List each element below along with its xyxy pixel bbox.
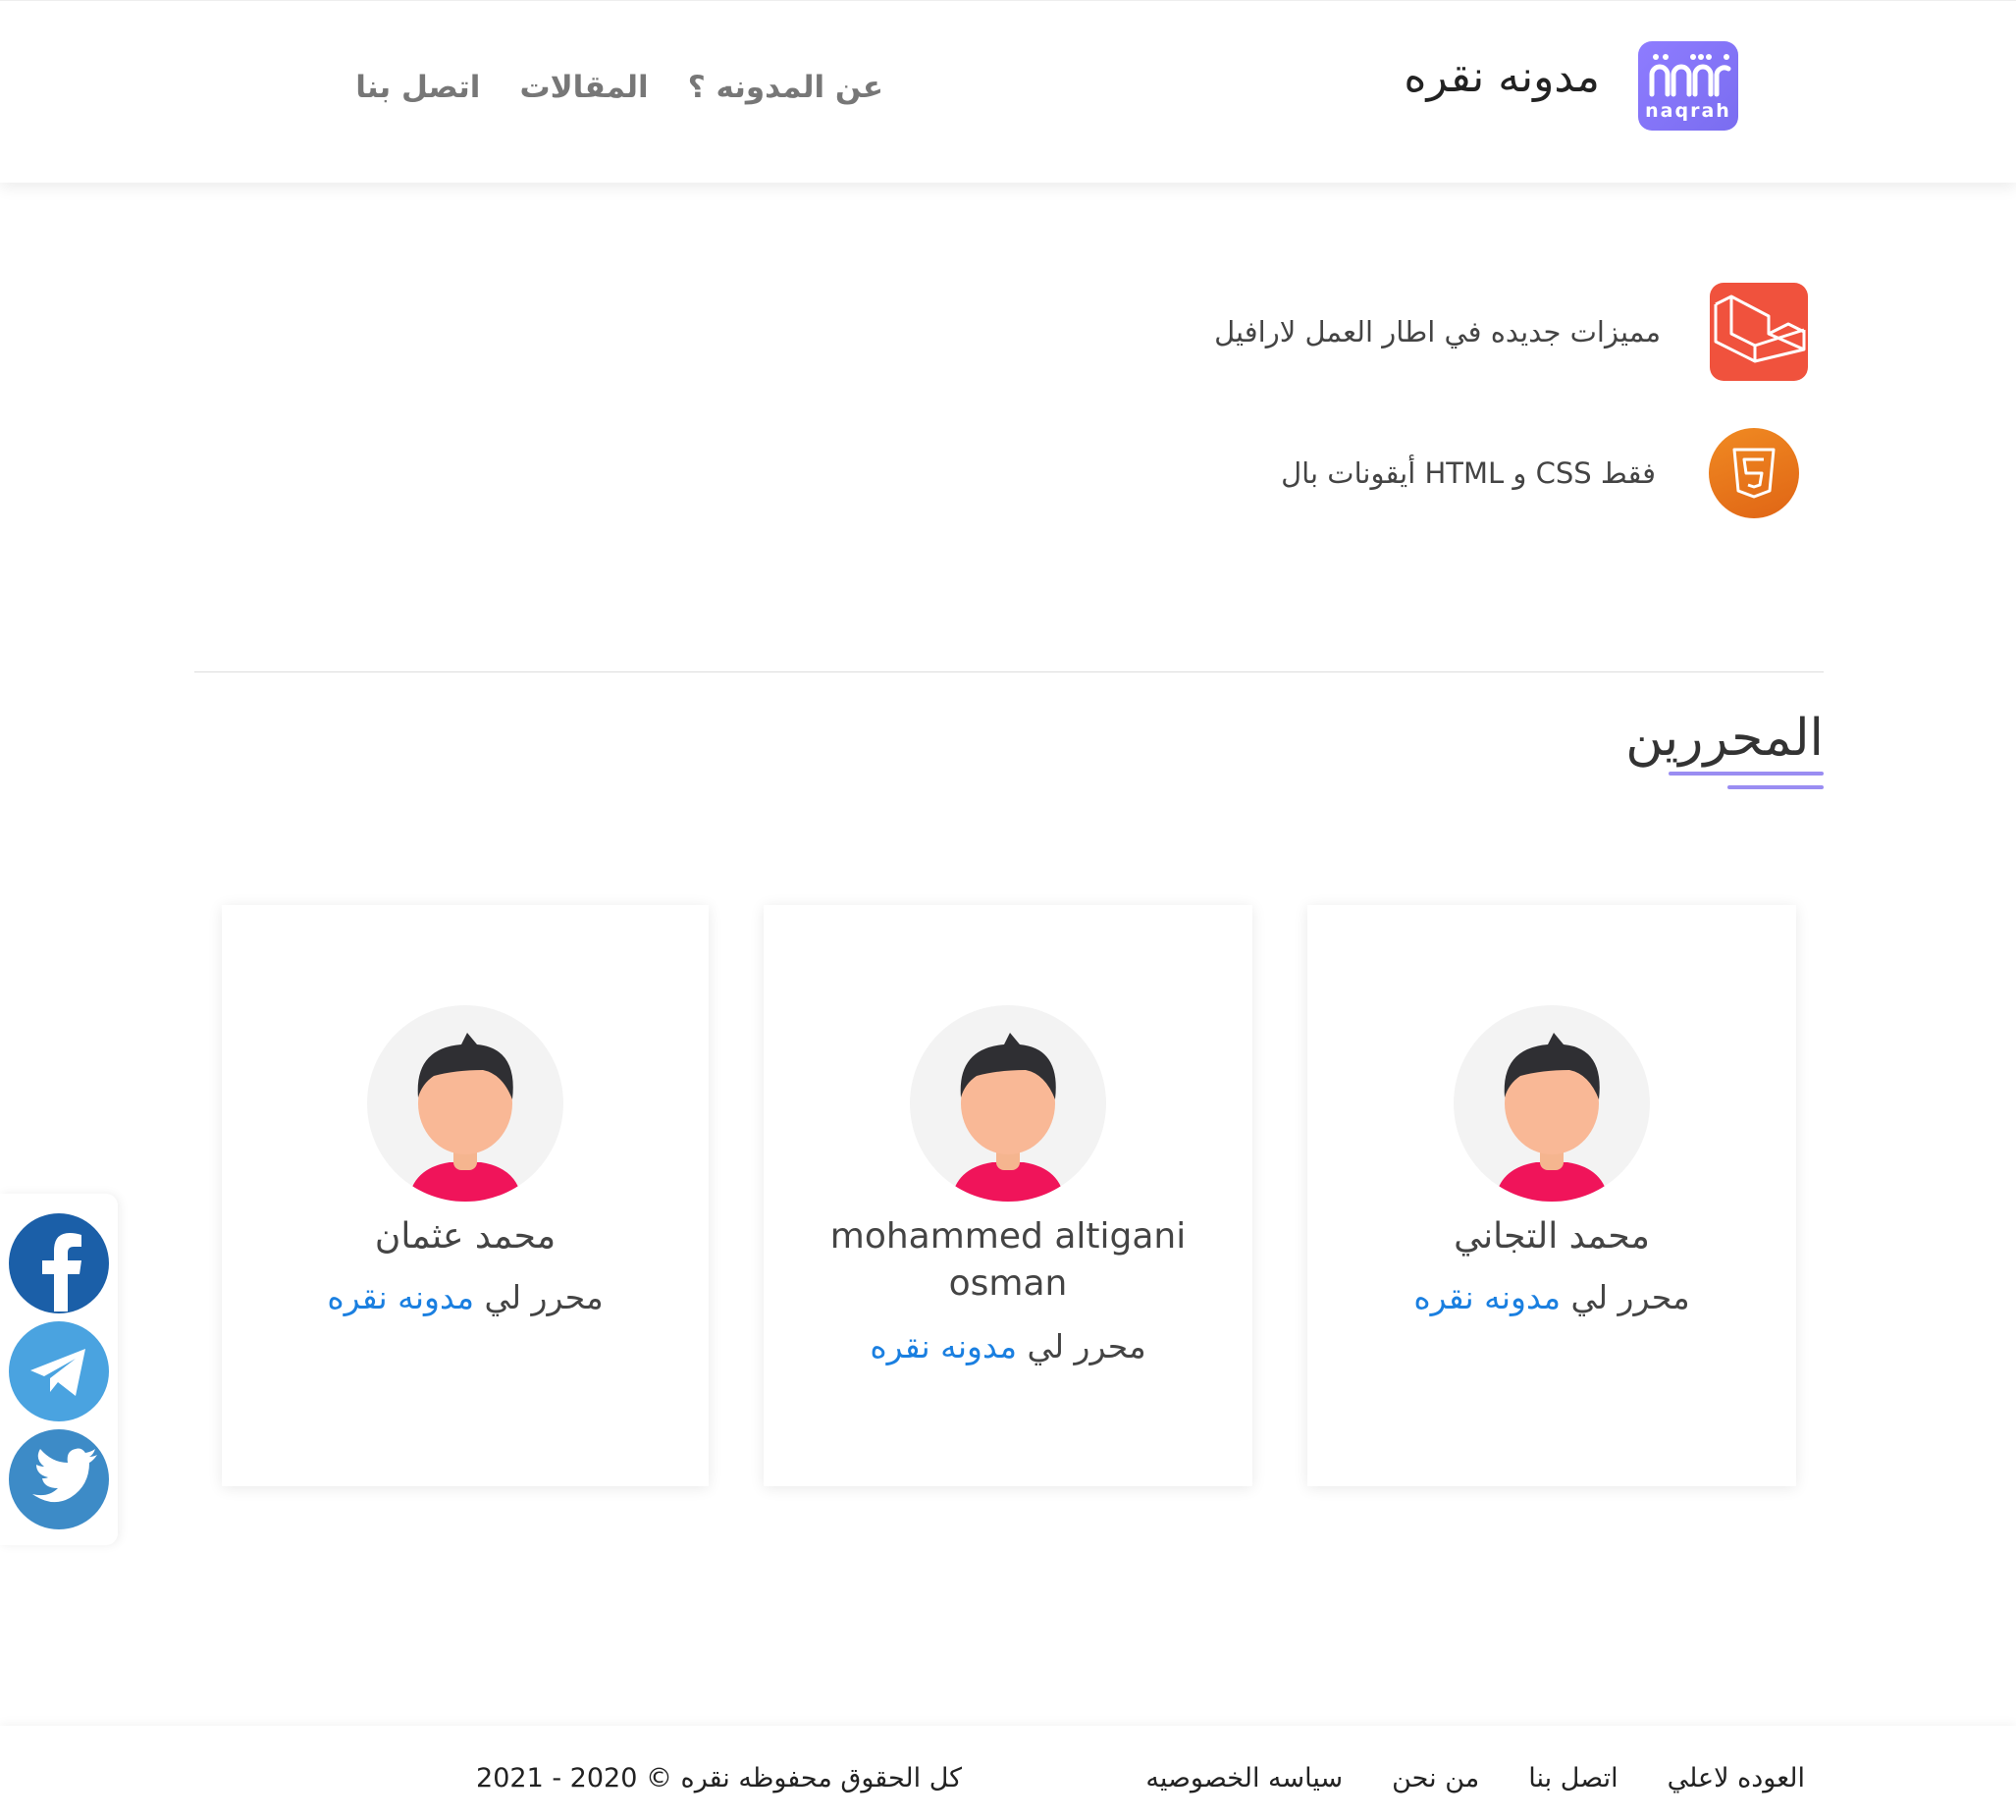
footer-link-contact[interactable]: اتصل بنا	[1528, 1763, 1618, 1793]
avatar	[367, 1005, 563, 1202]
role-prefix: محرر لي	[484, 1278, 604, 1316]
laravel-icon	[1710, 283, 1808, 381]
copyright: كل الحقوق محفوظه نقره © 2020 - 2021	[476, 1763, 962, 1793]
avatar-icon	[408, 1033, 522, 1202]
footer-links: العوده لاعلي اتصل بنا من نحن سياسه الخصو…	[1145, 1763, 1805, 1793]
editor-card[interactable]: محمد التجاني محرر لي مدونه نقره	[1307, 905, 1796, 1486]
feature-item[interactable]: مميزات جديده في اطار العمل لارافيل	[1214, 283, 1808, 381]
main-nav: عن المدونه ؟ المقالات اتصل بنا	[355, 70, 883, 119]
brand-name[interactable]: مدونه نقره	[1354, 52, 1600, 102]
html5-icon	[1709, 428, 1799, 518]
blog-link[interactable]: مدونه نقره	[327, 1278, 474, 1316]
nav-about[interactable]: عن المدونه ؟	[688, 70, 883, 119]
telegram-icon[interactable]	[9, 1321, 109, 1421]
footer-link-privacy[interactable]: سياسه الخصوصيه	[1145, 1763, 1343, 1793]
feature-item[interactable]: فقط CSS و HTML أيقونات بال	[1281, 424, 1803, 522]
section-divider	[194, 671, 1824, 672]
editor-name: mohammed altigani osman	[829, 1216, 1187, 1304]
feature-text: فقط CSS و HTML أيقونات بال	[1281, 456, 1656, 490]
twitter-icon[interactable]	[9, 1429, 109, 1529]
blog-link[interactable]: مدونه نقره	[870, 1327, 1017, 1365]
footer-link-back-to-top[interactable]: العوده لاعلي	[1668, 1763, 1805, 1793]
logo-text: naqrah	[1645, 100, 1731, 122]
role-prefix: محرر لي	[1570, 1278, 1690, 1316]
title-underline	[1727, 785, 1824, 789]
social-sidebar	[0, 1194, 118, 1545]
editor-role: محرر لي مدونه نقره	[241, 1278, 689, 1316]
editors-title: المحررين	[1625, 709, 1824, 768]
site-header: naqrah مدونه نقره عن المدونه ؟ المقالات …	[0, 0, 2016, 183]
editor-card[interactable]: mohammed altigani osman محرر لي مدونه نق…	[764, 905, 1252, 1486]
title-underline	[1669, 772, 1824, 776]
brand-logo[interactable]: naqrah	[1638, 41, 1738, 131]
editor-role: محرر لي مدونه نقره	[783, 1327, 1233, 1365]
editor-role: محرر لي مدونه نقره	[1327, 1278, 1777, 1316]
feature-text: مميزات جديده في اطار العمل لارافيل	[1214, 315, 1661, 348]
site-footer: العوده لاعلي اتصل بنا من نحن سياسه الخصو…	[0, 1726, 2016, 1820]
editor-name: محمد التجاني	[1454, 1216, 1650, 1257]
footer-link-about[interactable]: من نحن	[1392, 1763, 1479, 1793]
avatar-icon	[951, 1033, 1065, 1202]
editor-card[interactable]: محمد عثمان محرر لي مدونه نقره	[222, 905, 709, 1486]
avatar-icon	[1495, 1033, 1609, 1202]
editor-name: محمد عثمان	[374, 1216, 557, 1257]
facebook-icon[interactable]	[9, 1213, 109, 1313]
blog-link[interactable]: مدونه نقره	[1413, 1278, 1561, 1316]
avatar	[910, 1005, 1106, 1202]
role-prefix: محرر لي	[1027, 1327, 1146, 1365]
nav-contact[interactable]: اتصل بنا	[355, 70, 480, 119]
nav-articles[interactable]: المقالات	[519, 70, 648, 119]
avatar	[1454, 1005, 1650, 1202]
